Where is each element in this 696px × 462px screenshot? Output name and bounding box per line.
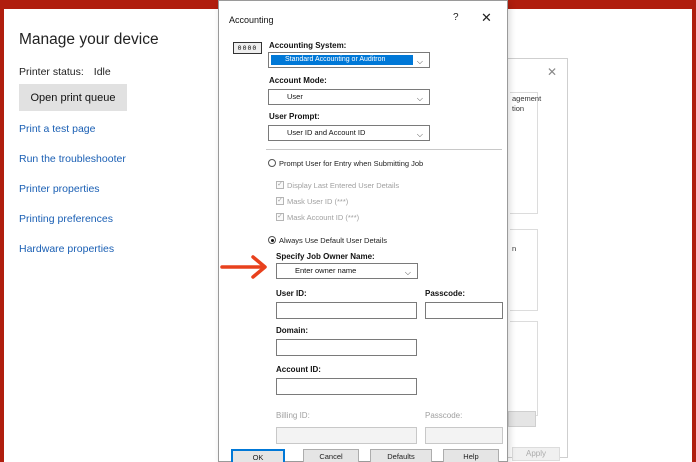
dialog-title: Accounting — [229, 15, 274, 25]
print-test-page-link[interactable]: Print a test page — [19, 122, 126, 152]
accounting-icon: 0000 — [233, 42, 262, 54]
always-default-label: Always Use Default User Details — [279, 236, 387, 245]
panel-text-fragment: n — [512, 244, 517, 253]
help-button[interactable]: Help — [443, 449, 499, 462]
annotation-arrow-icon — [220, 255, 267, 279]
account-mode-value: User — [287, 92, 303, 101]
always-default-radio[interactable] — [268, 236, 276, 244]
divider — [266, 149, 502, 150]
printer-status: Printer status: Idle — [19, 66, 111, 78]
user-id-input[interactable] — [276, 302, 417, 319]
display-last-user-checkbox[interactable]: ✓ — [276, 181, 284, 189]
billing-id-input — [276, 427, 417, 444]
mask-account-id-checkbox[interactable]: ✓ — [276, 213, 284, 221]
display-last-user-label: Display Last Entered User Details — [287, 181, 400, 190]
billing-passcode-label: Passcode: — [425, 411, 463, 420]
chevron-down-icon: ⌵ — [404, 268, 411, 277]
panel-heading-fragment: tion — [512, 104, 525, 113]
prompt-user-radio[interactable] — [268, 159, 276, 167]
job-owner-select[interactable]: Enter owner name ⌵ — [276, 263, 418, 279]
cancel-button[interactable]: Cancel — [303, 449, 359, 462]
printer-properties-dialog: ✕ agement tion n Apply — [508, 58, 568, 461]
mask-user-id-checkbox[interactable]: ✓ — [276, 197, 284, 205]
printer-status-label: Printer status: — [19, 66, 84, 78]
account-mode-select[interactable]: User ⌵ — [268, 89, 430, 105]
run-troubleshooter-link[interactable]: Run the troubleshooter — [19, 152, 126, 182]
account-mode-label: Account Mode: — [269, 76, 327, 85]
properties-panel — [510, 321, 538, 416]
printer-status-value: Idle — [93, 66, 111, 78]
accounting-system-select[interactable]: Standard Accounting or Auditron ⌵ — [268, 52, 430, 68]
accounting-system-value: Standard Accounting or Auditron — [271, 55, 413, 65]
account-id-input[interactable] — [276, 378, 417, 395]
passcode-input[interactable] — [425, 302, 503, 319]
printing-preferences-link[interactable]: Printing preferences — [19, 212, 126, 242]
mask-user-id-label: Mask User ID (***) — [287, 197, 349, 206]
help-icon[interactable]: ? — [453, 12, 459, 23]
chevron-down-icon: ⌵ — [416, 57, 423, 66]
passcode-label: Passcode: — [425, 289, 466, 298]
domain-label: Domain: — [276, 326, 308, 335]
accounting-system-label: Accounting System: — [269, 41, 347, 50]
properties-panel — [510, 229, 538, 311]
job-owner-label: Specify Job Owner Name: — [276, 252, 375, 261]
domain-input[interactable] — [276, 339, 417, 356]
chevron-down-icon: ⌵ — [416, 94, 423, 103]
user-prompt-value: User ID and Account ID — [287, 128, 366, 137]
ok-button[interactable]: OK — [231, 449, 285, 462]
user-prompt-select[interactable]: User ID and Account ID ⌵ — [268, 125, 430, 141]
apply-button[interactable]: Apply — [512, 447, 560, 461]
frame-border — [692, 0, 696, 462]
panel-heading-fragment: agement — [512, 94, 542, 103]
defaults-button[interactable]: Defaults — [370, 449, 432, 462]
frame-border — [0, 0, 4, 462]
printer-properties-link[interactable]: Printer properties — [19, 182, 126, 212]
close-icon[interactable]: ✕ — [547, 65, 557, 79]
billing-passcode-input — [425, 427, 503, 444]
prompt-user-label: Prompt User for Entry when Submitting Jo… — [279, 159, 424, 168]
billing-id-label: Billing ID: — [276, 411, 310, 420]
user-prompt-label: User Prompt: — [269, 112, 320, 121]
user-id-label: User ID: — [276, 289, 307, 298]
hardware-properties-link[interactable]: Hardware properties — [19, 242, 126, 272]
properties-button[interactable] — [508, 411, 536, 427]
device-links: Print a test page Run the troubleshooter… — [19, 122, 126, 272]
accounting-dialog: Accounting ? ✕ 0000 Accounting System: S… — [218, 0, 508, 462]
page-title: Manage your device — [19, 31, 159, 48]
chevron-down-icon: ⌵ — [416, 130, 423, 139]
open-print-queue-button[interactable]: Open print queue — [19, 84, 127, 111]
mask-account-id-label: Mask Account ID (***) — [287, 213, 360, 222]
job-owner-value: Enter owner name — [295, 266, 357, 275]
close-icon[interactable]: ✕ — [481, 10, 492, 26]
account-id-label: Account ID: — [276, 365, 321, 374]
